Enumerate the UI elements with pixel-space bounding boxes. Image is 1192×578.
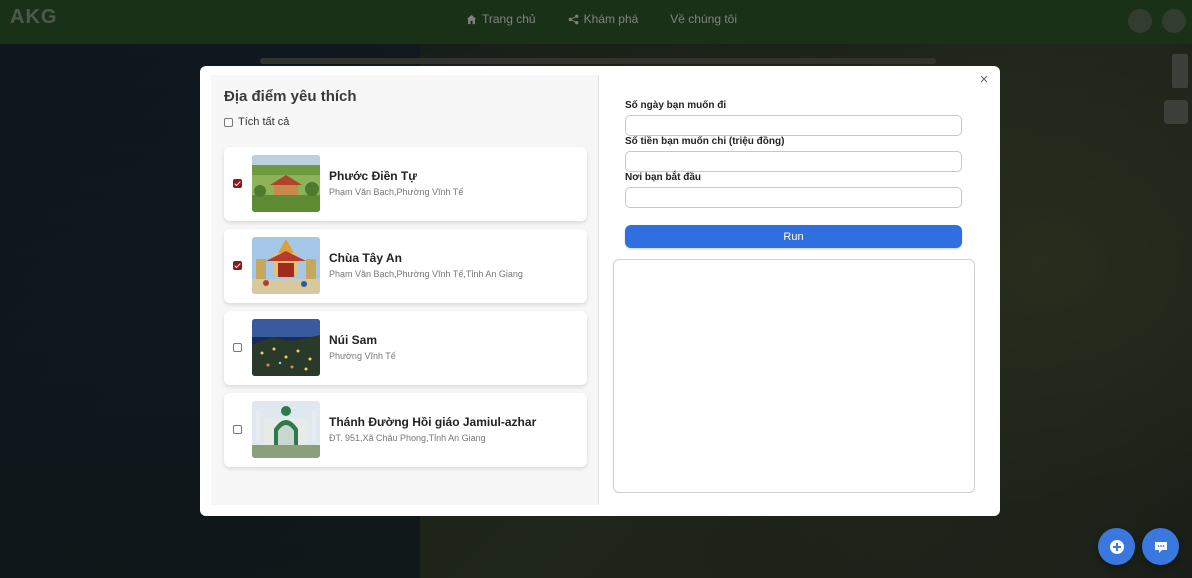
check-all-label: Tích tất cả (238, 116, 290, 128)
place-name: Phước Điền Tự (329, 169, 417, 183)
chat-icon (1154, 541, 1167, 553)
plus-circle-icon (1109, 539, 1124, 554)
place-card[interactable]: Núi Sam Phường Vĩnh Tế (224, 311, 587, 385)
place-name: Chùa Tây An (329, 251, 402, 265)
add-fab-button[interactable] (1098, 528, 1135, 565)
place-card[interactable]: Thánh Đường Hồi giáo Jamiul-azhar ĐT. 95… (224, 393, 587, 467)
favorites-title: Địa điểm yêu thích (224, 88, 357, 105)
chat-fab-button[interactable] (1142, 528, 1179, 565)
place-card[interactable]: Phước Điền Tự Phạm Văn Bạch,Phường Vĩnh … (224, 147, 587, 221)
trip-planner-modal: × Địa điểm yêu thích Tích tất cả Phước Đ… (200, 66, 1000, 516)
place-checkbox[interactable] (233, 179, 242, 188)
favorites-panel: Địa điểm yêu thích Tích tất cả Phước Điề… (211, 75, 599, 505)
place-thumbnail (252, 401, 320, 458)
place-thumbnail (252, 319, 320, 376)
place-name: Thánh Đường Hồi giáo Jamiul-azhar (329, 415, 537, 429)
start-label: Nơi bạn bắt đầu (625, 172, 702, 183)
place-checkbox[interactable] (233, 425, 242, 434)
run-button[interactable]: Run (625, 225, 962, 248)
place-name: Núi Sam (329, 333, 378, 347)
place-address: Phường Vĩnh Tế (329, 351, 396, 361)
place-address: ĐT. 951,Xã Châu Phong,Tỉnh An Giang (329, 433, 486, 443)
days-label: Số ngày bạn muốn đi (625, 100, 727, 111)
check-all-checkbox[interactable] (224, 117, 233, 127)
check-all-row[interactable]: Tích tất cả (224, 116, 289, 128)
favorites-list: Phước Điền Tự Phạm Văn Bạch,Phường Vĩnh … (224, 147, 587, 475)
place-checkbox[interactable] (233, 261, 242, 270)
budget-input[interactable] (625, 151, 962, 172)
trip-form-panel: Số ngày bạn muốn đi Số tiền bạn muốn chi… (613, 75, 988, 505)
budget-label: Số tiền bạn muốn chi (triệu đồng) (625, 136, 785, 147)
place-thumbnail (252, 237, 320, 294)
place-card[interactable]: Chùa Tây An Phạm Văn Bạch,Phường Vĩnh Tế… (224, 229, 587, 303)
place-address: Phạm Văn Bạch,Phường Vĩnh Tế,Tỉnh An Gia… (329, 269, 523, 279)
place-checkbox[interactable] (233, 343, 242, 352)
days-input[interactable] (625, 115, 962, 136)
place-thumbnail (252, 155, 320, 212)
result-output (613, 259, 975, 493)
place-address: Phạm Văn Bạch,Phường Vĩnh Tế (329, 187, 464, 197)
start-location-input[interactable] (625, 187, 962, 208)
